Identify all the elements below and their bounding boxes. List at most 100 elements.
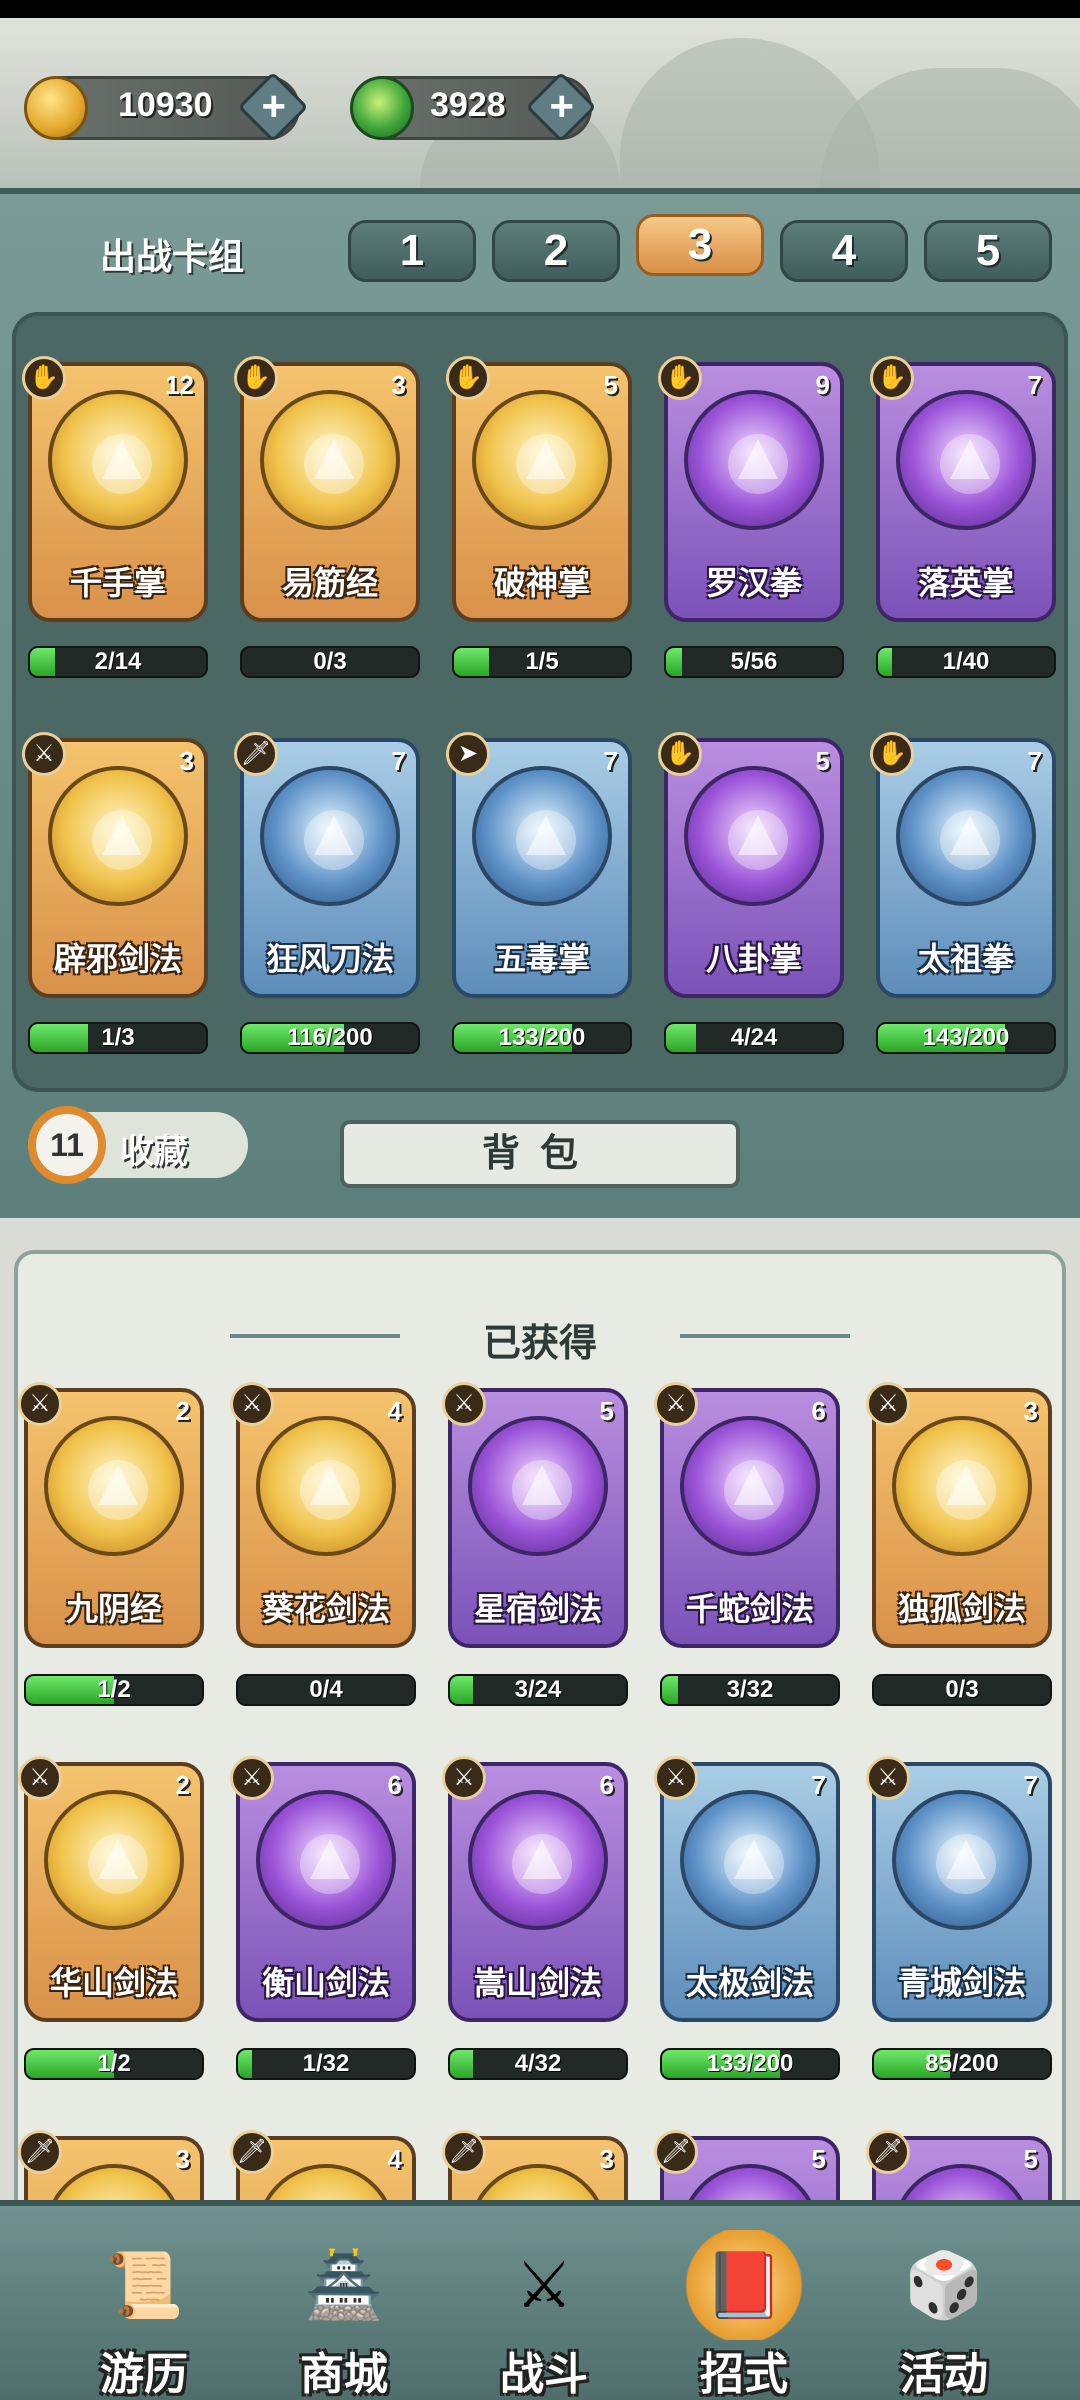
card-art xyxy=(256,1416,396,1556)
gold-coin-icon xyxy=(24,76,88,140)
deck-card[interactable]: ✋ 12 千手掌 xyxy=(22,356,208,622)
card-level: 3 xyxy=(599,2144,614,2174)
card-name: 五毒掌 xyxy=(493,941,590,977)
progress-text: 143/200 xyxy=(922,1024,1010,1051)
card-progress-bar: 1/32 xyxy=(236,2048,416,2080)
card-level: 7 xyxy=(391,746,406,776)
card-name: 太祖拳 xyxy=(917,941,1014,977)
card-name: 九阴经 xyxy=(65,1591,162,1627)
progress-text: 1/5 xyxy=(525,648,559,675)
sword-icon: ⚔ xyxy=(442,1756,486,1800)
nav-item-1[interactable]: 📜 游历 xyxy=(54,2220,234,2400)
card-progress-bar: 5/56 xyxy=(664,646,844,678)
collection-card[interactable]: ⚔ 6 衡山剑法 xyxy=(230,1756,416,2022)
collection-card[interactable]: ⚔ 5 星宿剑法 xyxy=(442,1382,628,1648)
progress-text: 4/24 xyxy=(730,1024,778,1051)
nav-label: 战斗 xyxy=(500,2350,588,2399)
palm-icon: ✋ xyxy=(870,732,914,776)
card-progress-bar: 133/200 xyxy=(452,1022,632,1054)
card-progress-bar: 85/200 xyxy=(872,2048,1052,2080)
jade-orb-icon xyxy=(350,76,414,140)
deck-card[interactable]: ✋ 5 八卦掌 xyxy=(658,732,844,998)
backpack-button[interactable]: 背包 xyxy=(340,1120,740,1188)
deck-tab-3[interactable]: 3 xyxy=(636,214,764,276)
card-level: 9 xyxy=(815,370,830,400)
sword-icon: ⚔ xyxy=(654,1756,698,1800)
nav-item-5[interactable]: 🎲 活动 xyxy=(854,2220,1034,2400)
progress-text: 3/32 xyxy=(726,1676,774,1703)
card-name: 易筋经 xyxy=(281,565,378,601)
collection-card[interactable]: ⚔ 3 独孤剑法 xyxy=(866,1382,1052,1648)
card-name: 八卦掌 xyxy=(705,941,802,977)
card-level: 12 xyxy=(165,370,194,400)
card-progress-bar: 1/3 xyxy=(28,1022,208,1054)
card-progress-bar: 1/2 xyxy=(24,2048,204,2080)
card-progress-bar: 133/200 xyxy=(660,2048,840,2080)
nav-item-4[interactable]: 📕 招式 xyxy=(654,2220,834,2399)
card-level: 7 xyxy=(603,746,618,776)
collection-card[interactable]: ⚔ 6 千蛇剑法 xyxy=(654,1382,840,1648)
collection-card[interactable]: ⚔ 2 华山剑法 xyxy=(18,1756,204,2022)
progress-text: 0/4 xyxy=(309,1676,343,1703)
obtained-title: 已获得 xyxy=(482,1323,597,1365)
card-art xyxy=(896,390,1036,530)
nav-label: 游历 xyxy=(100,2350,188,2399)
palm-icon: ✋ xyxy=(658,732,702,776)
progress-text: 133/200 xyxy=(498,1024,586,1051)
deck-card[interactable]: ✋ 7 太祖拳 xyxy=(870,732,1056,998)
progress-text: 1/32 xyxy=(302,2050,350,2077)
nav-label: 活动 xyxy=(900,2350,988,2399)
card-art xyxy=(680,1416,820,1556)
dice-icon: 🎲 xyxy=(904,2248,984,2321)
deck-card[interactable]: ✋ 3 易筋经 xyxy=(234,356,420,622)
card-progress-bar: 143/200 xyxy=(876,1022,1056,1054)
card-art xyxy=(684,766,824,906)
collection-card[interactable]: ⚔ 7 太极剑法 xyxy=(654,1756,840,2022)
jade-value: 3928 xyxy=(430,86,506,124)
card-level: 7 xyxy=(1027,370,1042,400)
card-level: 4 xyxy=(387,1396,402,1426)
deck-panel: 出战卡组 1 2 3 4 5 xyxy=(0,188,1080,1218)
sword-icon: ⚔ xyxy=(230,1382,274,1426)
collection-toggle[interactable]: 11 收藏 xyxy=(28,1106,248,1184)
deck-tab-1[interactable]: 1 xyxy=(348,220,476,282)
deck-tab-4[interactable]: 4 xyxy=(780,220,908,282)
collection-card[interactable]: ⚔ 6 嵩山剑法 xyxy=(442,1756,628,2022)
card-level: 3 xyxy=(175,2144,190,2174)
collection-card[interactable]: ⚔ 4 葵花剑法 xyxy=(230,1382,416,1648)
deck-card[interactable]: ⚔ 3 辟邪剑法 xyxy=(22,732,208,998)
skill-book-icon: 📕 xyxy=(684,2230,804,2340)
card-progress-bar: 4/24 xyxy=(664,1022,844,1054)
sword-icon: ⚔ xyxy=(442,1382,486,1426)
progress-text: 1/3 xyxy=(101,1024,135,1051)
nav-item-3[interactable]: ⚔ 战斗 xyxy=(454,2220,634,2400)
nav-item-2[interactable]: 🏯 商城 xyxy=(254,2220,434,2400)
blade-icon: 🗡 xyxy=(230,2130,274,2174)
collection-card[interactable]: ⚔ 2 九阴经 xyxy=(18,1382,204,1648)
deck-tab-2[interactable]: 2 xyxy=(492,220,620,282)
deck-card[interactable]: ➤ 7 五毒掌 xyxy=(446,732,632,998)
card-art xyxy=(684,390,824,530)
deck-card[interactable]: ✋ 7 落英掌 xyxy=(870,356,1056,622)
card-art xyxy=(44,1790,184,1930)
collection-card[interactable]: ⚔ 7 青城剑法 xyxy=(866,1756,1052,2022)
card-progress-bar: 1/2 xyxy=(24,1674,204,1706)
deck-card[interactable]: ✋ 5 破神掌 xyxy=(446,356,632,622)
card-progress-bar: 0/3 xyxy=(240,646,420,678)
card-name: 破神掌 xyxy=(493,565,590,601)
deck-card[interactable]: 🗡 7 狂风刀法 xyxy=(234,732,420,998)
palm-icon: ✋ xyxy=(446,356,490,400)
card-name: 狂风刀法 xyxy=(265,941,394,977)
card-level: 5 xyxy=(815,746,830,776)
card-level: 5 xyxy=(811,2144,826,2174)
deck-tab-5[interactable]: 5 xyxy=(924,220,1052,282)
card-level: 6 xyxy=(599,1770,614,1800)
card-name: 太极剑法 xyxy=(685,1965,814,2001)
card-name: 嵩山剑法 xyxy=(473,1965,602,2001)
card-art xyxy=(260,766,400,906)
crossed-swords-icon: ⚔ xyxy=(515,2248,573,2321)
progress-text: 0/3 xyxy=(945,1676,979,1703)
card-art xyxy=(680,1790,820,1930)
deck-card[interactable]: ✋ 9 罗汉拳 xyxy=(658,356,844,622)
card-progress-bar: 3/24 xyxy=(448,1674,628,1706)
